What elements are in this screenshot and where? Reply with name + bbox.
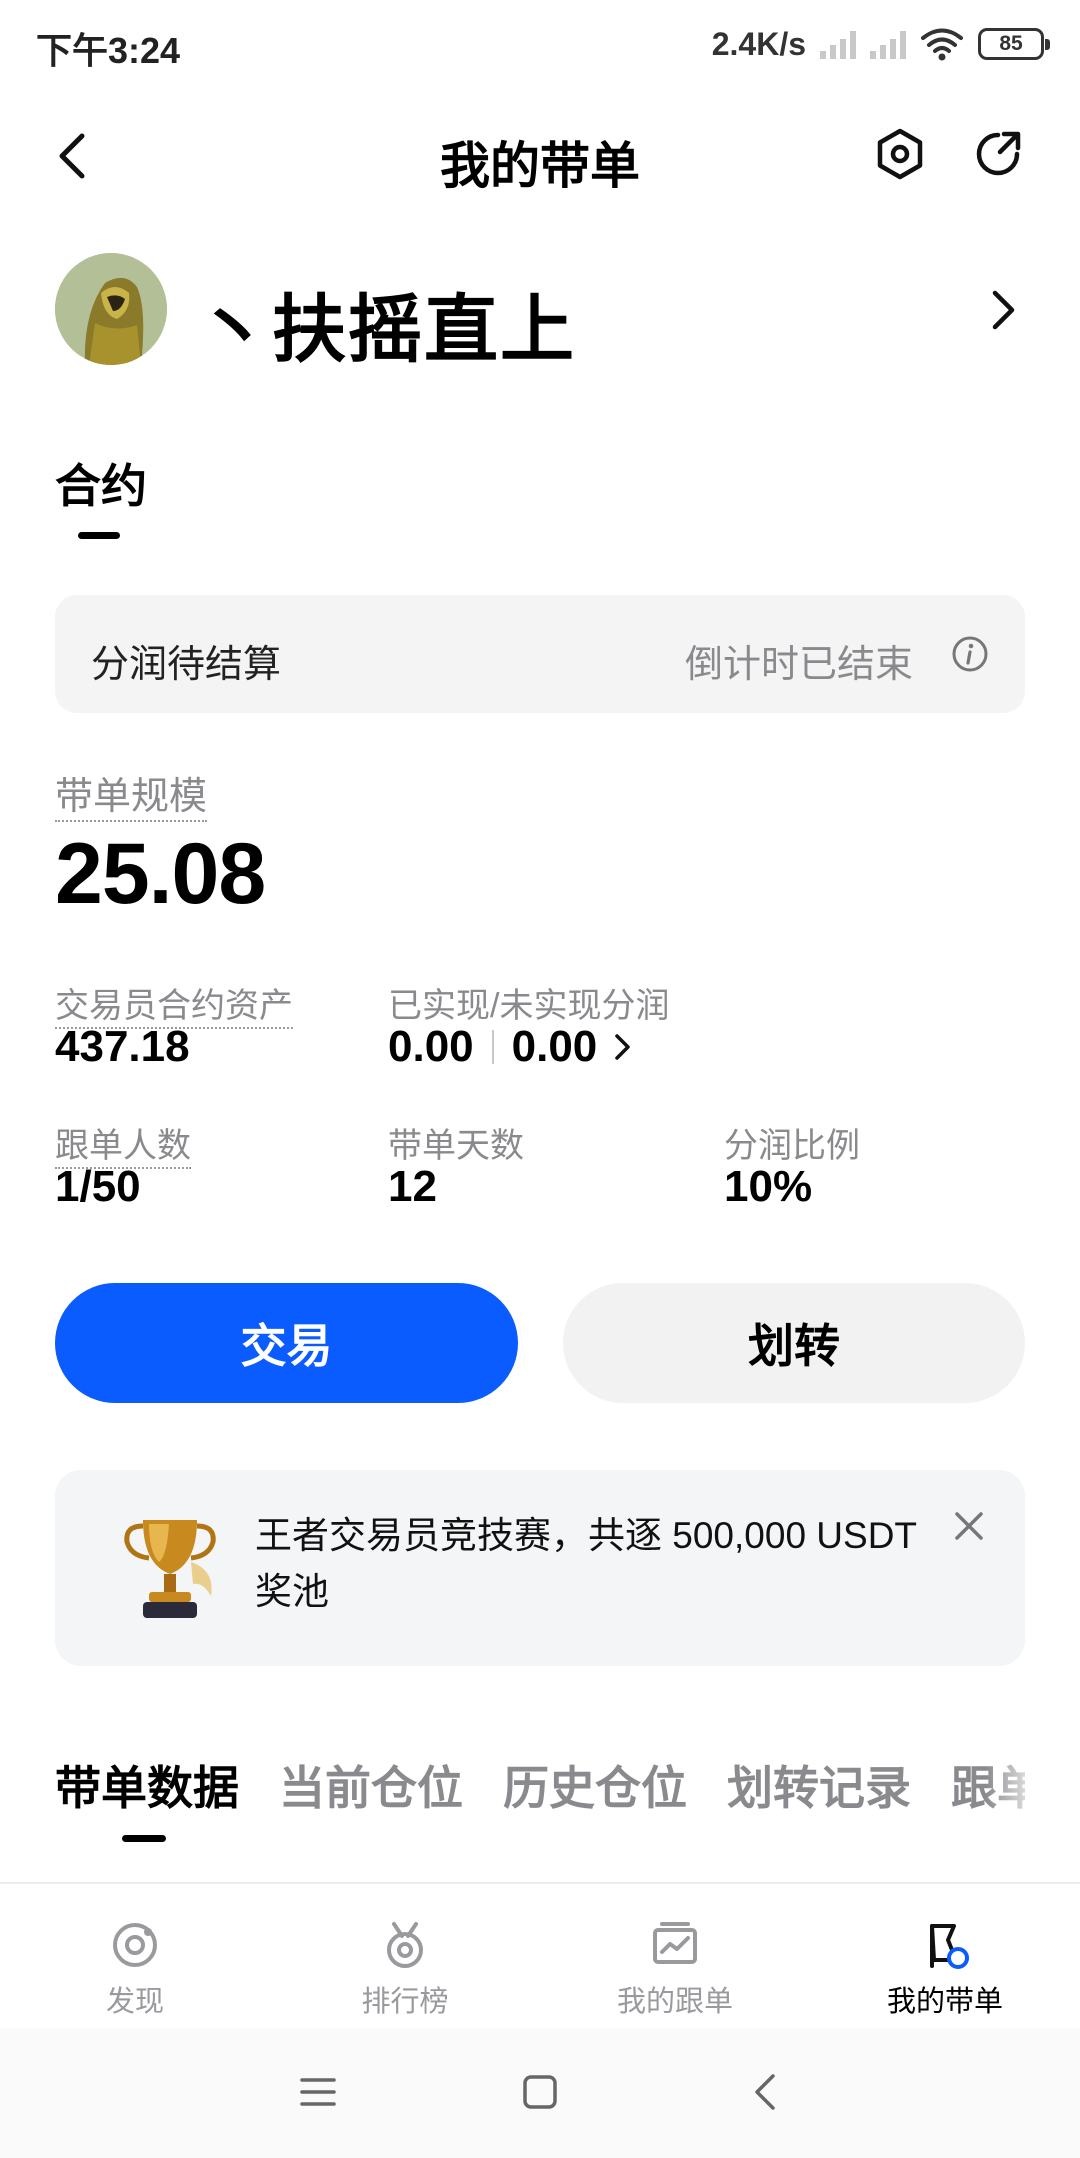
pnl-divider [491, 1030, 494, 1064]
signal-icon-2 [870, 29, 906, 59]
system-nav-bar [0, 2028, 1080, 2158]
share-icon[interactable] [970, 126, 1026, 182]
nav-my-copy[interactable]: 我的跟单 [540, 1884, 810, 2030]
followers-label[interactable]: 跟单人数 [55, 1118, 191, 1169]
days-value: 12 [388, 1162, 437, 1211]
scale-value: 25.08 [55, 826, 266, 922]
days-label: 带单天数 [388, 1127, 524, 1165]
battery-icon: 85 [978, 28, 1050, 60]
network-speed: 2.4K/s [711, 25, 806, 62]
profit-settlement-card[interactable]: 分润待结算 倒计时已结束 [55, 595, 1025, 713]
nav-leaderboard[interactable]: 排行榜 [270, 1884, 540, 2030]
tab-copy-data[interactable]: 带单数据 [55, 1752, 239, 1818]
avatar[interactable] [55, 253, 167, 365]
chart-board-icon [653, 1922, 697, 1964]
status-indicators: 2.4K/s 85 [711, 20, 1050, 68]
tab-active-indicator [78, 532, 120, 539]
tab-contract[interactable]: 合约 [55, 450, 147, 516]
pnl-label: 已实现/未实现分润 [388, 987, 670, 1025]
nav-label: 发现 [105, 1986, 164, 2018]
pnl-values[interactable]: 0.00 0.00 [388, 1022, 633, 1072]
ratio-label: 分润比例 [724, 1127, 860, 1165]
settings-hexagon-icon[interactable] [872, 126, 928, 182]
trophy-icon [124, 1520, 216, 1618]
wifi-icon [921, 28, 963, 61]
profile-name[interactable]: 丶扶摇直上 [196, 270, 576, 377]
bottom-nav: 发现 排行榜 我的跟单 我的带单 [0, 1882, 1080, 2028]
transfer-button[interactable]: 划转 [563, 1283, 1025, 1403]
home-icon[interactable] [518, 2070, 562, 2114]
back-nav-icon[interactable] [745, 2070, 789, 2114]
signal-icon [820, 29, 856, 59]
nav-my-lead[interactable]: 我的带单 [810, 1884, 1080, 2030]
section-tabs: 带单数据当前仓位历史仓位划转记录跟单 [55, 1752, 1025, 1832]
promo-banner[interactable]: 王者交易员竞技赛，共逐 500,000 USDT 奖池 [55, 1470, 1025, 1666]
header: 我的带单 [0, 110, 1080, 200]
trade-button[interactable]: 交易 [55, 1283, 518, 1403]
tab-current-positions[interactable]: 当前仓位 [279, 1752, 463, 1818]
tab-history-positions[interactable]: 历史仓位 [503, 1752, 687, 1818]
tabs-fade [985, 1752, 1045, 1832]
asset-value: 437.18 [55, 1022, 190, 1071]
section-tab-indicator [122, 1835, 166, 1842]
asset-label[interactable]: 交易员合约资产 [55, 978, 293, 1029]
banner-text: 王者交易员竞技赛，共逐 500,000 USDT 奖池 [255, 1515, 917, 1612]
scale-label-text: 带单规模 [55, 776, 208, 822]
medal-icon [387, 1922, 423, 1968]
scale-label[interactable]: 带单规模 [55, 765, 208, 822]
chevron-right-icon[interactable] [611, 1031, 633, 1063]
lead-flag-icon [930, 1924, 969, 1969]
discover-icon [113, 1923, 157, 1967]
nav-label: 我的带单 [886, 1986, 1003, 2018]
chevron-right-icon[interactable] [985, 287, 1021, 333]
menu-icon[interactable] [296, 2070, 340, 2114]
countdown-status: 倒计时已结束 [684, 644, 913, 686]
realized-value: 0.00 [388, 1022, 474, 1071]
nav-label: 我的跟单 [616, 1986, 733, 2018]
nav-label: 排行榜 [361, 1986, 449, 2018]
tab-transfer-records[interactable]: 划转记录 [727, 1752, 911, 1818]
unrealized-value: 0.00 [511, 1022, 598, 1071]
info-icon[interactable] [951, 635, 989, 673]
ratio-value: 10% [724, 1162, 813, 1211]
close-icon[interactable] [949, 1506, 989, 1546]
profit-label: 分润待结算 [91, 644, 282, 686]
followers-value: 1/50 [55, 1162, 141, 1211]
status-bar: 下午3:24 2.4K/s 85 [0, 0, 1080, 90]
nav-discover[interactable]: 发现 [0, 1884, 270, 2030]
status-time: 下午3:24 [36, 30, 181, 71]
